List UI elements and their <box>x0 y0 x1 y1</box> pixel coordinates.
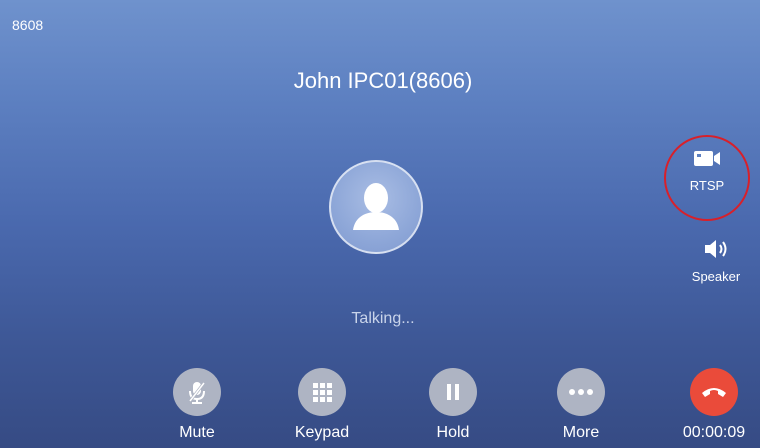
local-extension: 8608 <box>12 17 44 33</box>
caller-name: John IPC01(8606) <box>293 68 473 93</box>
keypad-label: Keypad <box>294 424 350 441</box>
more-dots-icon <box>569 389 593 395</box>
call-duration: 00:00:09 <box>682 424 746 441</box>
keypad-button[interactable]: Keypad <box>277 368 367 442</box>
speaker-icon <box>705 240 727 258</box>
hold-circle <box>429 368 477 416</box>
call-action-bar: Mute Keypad Hold More 00:00:09 <box>0 368 766 448</box>
mute-button[interactable]: Mute <box>152 368 242 442</box>
end-call-button[interactable]: 00:00:09 <box>669 368 759 442</box>
speaker-button[interactable]: Speaker <box>676 237 756 284</box>
hold-button[interactable]: Hold <box>408 368 498 442</box>
end-call-icon <box>702 388 726 397</box>
mute-circle <box>173 368 221 416</box>
mic-mute-icon <box>188 382 206 404</box>
person-icon <box>353 183 399 230</box>
end-call-circle <box>690 368 738 416</box>
contact-avatar <box>329 160 423 254</box>
call-screen: 8608 John IPC01(8606) Talking... RTSP Sp… <box>0 0 766 448</box>
hold-label: Hold <box>436 424 470 441</box>
more-button[interactable]: More <box>536 368 626 442</box>
more-label: More <box>562 424 600 441</box>
keypad-circle <box>298 368 346 416</box>
speaker-label: Speaker <box>691 269 741 284</box>
more-circle <box>557 368 605 416</box>
highlight-ring <box>664 135 750 221</box>
rtsp-button[interactable]: RTSP <box>664 135 750 221</box>
mute-label: Mute <box>179 424 215 441</box>
call-state: Talking... <box>351 310 415 327</box>
pause-icon <box>447 384 459 400</box>
keypad-icon <box>313 383 332 402</box>
